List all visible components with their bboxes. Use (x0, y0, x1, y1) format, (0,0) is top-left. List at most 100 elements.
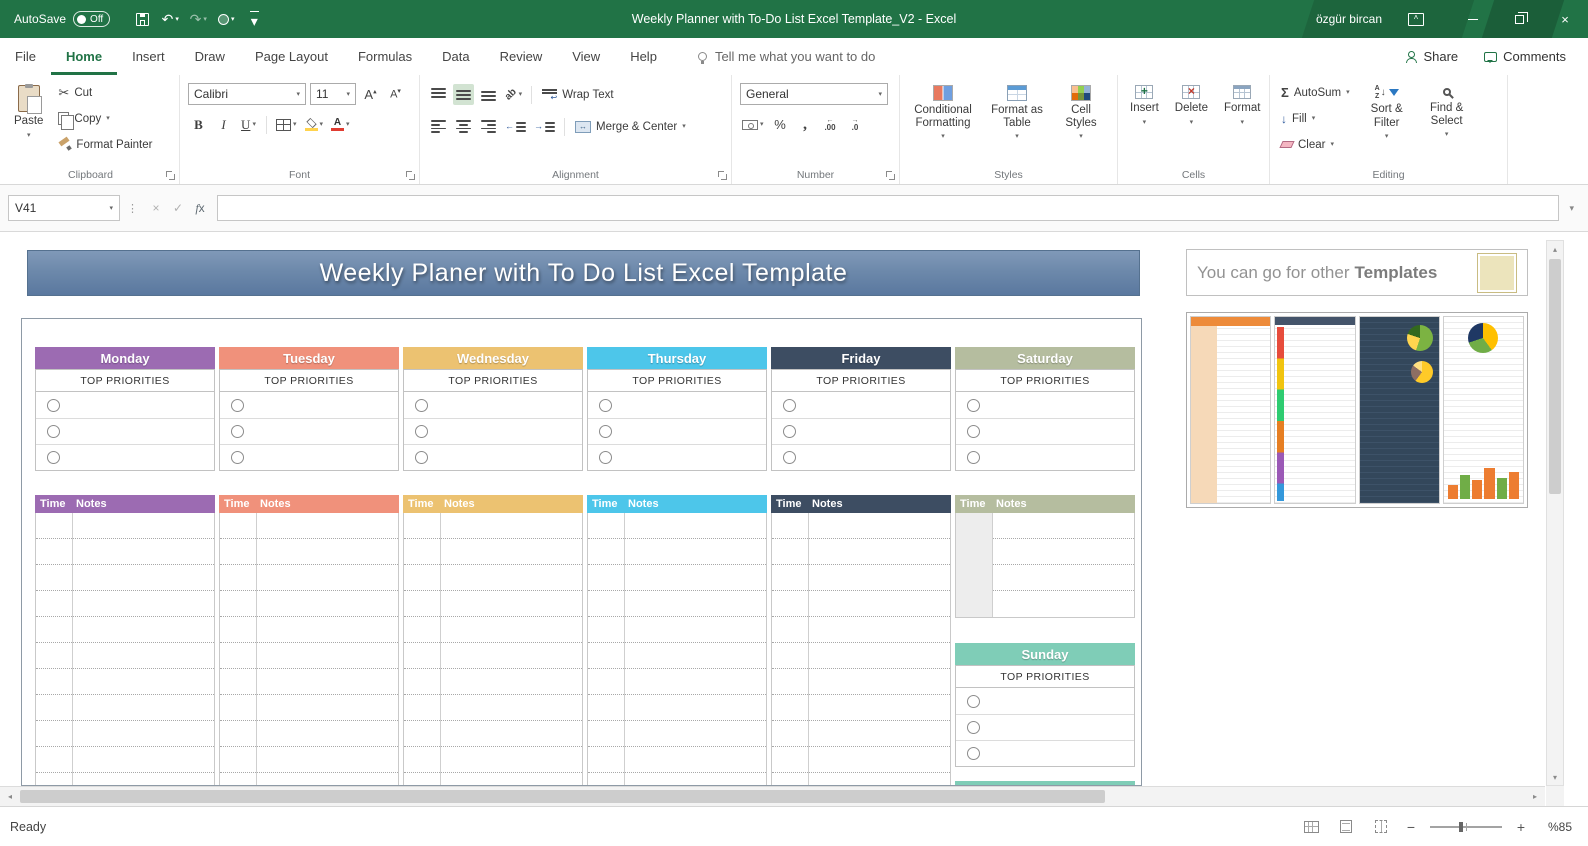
notes-row[interactable] (36, 513, 214, 539)
decrease-indent-button[interactable]: ← (503, 116, 528, 137)
notes-row[interactable] (588, 773, 766, 786)
wrap-text-button[interactable]: ↩ Wrap Text (539, 83, 616, 106)
align-left-button[interactable] (428, 116, 449, 137)
notes-row[interactable] (956, 513, 1134, 539)
priority-row[interactable] (588, 444, 766, 470)
font-color-button[interactable]: A▾ (329, 114, 352, 135)
day-header-friday[interactable]: Friday (771, 347, 951, 369)
format-painter-button[interactable]: Format Painter (55, 133, 155, 156)
save-button[interactable] (130, 6, 154, 32)
zoom-in-button[interactable]: + (1515, 819, 1527, 835)
number-format-combo[interactable]: General ▾ (740, 83, 888, 105)
ribbon-display-options-button[interactable]: ˄ (1408, 13, 1424, 26)
tab-page-layout[interactable]: Page Layout (240, 38, 343, 75)
notes-row[interactable] (772, 617, 950, 643)
zoom-slider-thumb[interactable] (1459, 822, 1463, 832)
notes-row[interactable] (956, 591, 1134, 617)
notes-row[interactable] (36, 695, 214, 721)
priority-row[interactable] (956, 688, 1134, 714)
share-button[interactable]: Share (1405, 49, 1458, 64)
formula-input[interactable] (217, 195, 1559, 221)
notes-row[interactable] (36, 773, 214, 786)
priority-row[interactable] (220, 418, 398, 444)
scroll-down-arrow[interactable]: ▾ (1547, 769, 1563, 785)
tell-me-box[interactable]: Tell me what you want to do (698, 38, 875, 75)
time-notes-header[interactable]: TimeNotes (403, 495, 583, 513)
priority-row[interactable] (956, 444, 1134, 470)
notes-row[interactable] (404, 695, 582, 721)
notes-row[interactable] (220, 669, 398, 695)
cut-button[interactable]: ✂ Cut (55, 81, 155, 104)
exceldemy-logo[interactable] (1477, 253, 1517, 293)
vertical-scrollbar[interactable]: ▴ ▾ (1546, 240, 1564, 786)
notes-row[interactable] (404, 643, 582, 669)
notes-grid-saturday[interactable] (955, 513, 1135, 618)
priority-row[interactable] (772, 418, 950, 444)
template-thumbnail[interactable] (1359, 316, 1440, 504)
notes-row[interactable] (404, 669, 582, 695)
notes-row[interactable] (772, 539, 950, 565)
cell-styles-button[interactable]: Cell Styles ▾ (1056, 81, 1106, 165)
tab-formulas[interactable]: Formulas (343, 38, 427, 75)
comma-style-button[interactable]: , (795, 114, 816, 135)
priority-row[interactable] (36, 392, 214, 418)
formula-bar-expand-button[interactable]: ▾ (1569, 203, 1574, 214)
notes-row[interactable] (220, 617, 398, 643)
priority-row[interactable] (588, 418, 766, 444)
notes-row[interactable] (36, 591, 214, 617)
priority-row[interactable] (404, 444, 582, 470)
clear-button[interactable]: Clear ▾ (1278, 133, 1353, 156)
paste-button[interactable]: Paste ▾ (10, 81, 47, 165)
cancel-formula-button[interactable]: × (145, 201, 167, 215)
merge-center-button[interactable]: ↔ Merge & Center ▾ (572, 115, 689, 138)
autosave-control[interactable]: AutoSave Off (14, 11, 110, 27)
sort-filter-button[interactable]: AZ↓ Sort & Filter ▾ (1361, 81, 1413, 165)
tab-help[interactable]: Help (615, 38, 672, 75)
restore-button[interactable] (1496, 0, 1542, 38)
priority-row[interactable] (220, 444, 398, 470)
notes-row[interactable] (220, 747, 398, 773)
notes-grid-monday[interactable] (35, 513, 215, 786)
priority-row[interactable] (36, 418, 214, 444)
font-name-combo[interactable]: Calibri ▾ (188, 83, 306, 105)
customize-quick-access-button[interactable]: ▾ (242, 6, 266, 32)
decrease-font-size-button[interactable]: A▾ (385, 84, 406, 105)
notes-row[interactable] (404, 747, 582, 773)
redo-button[interactable]: ↷▾ (186, 6, 210, 32)
italic-button[interactable]: I (213, 114, 234, 135)
align-top-button[interactable] (428, 84, 449, 105)
font-size-combo[interactable]: 11 ▾ (310, 83, 356, 105)
priority-row[interactable] (404, 418, 582, 444)
top-priorities-header[interactable]: TOP PRIORITIES (771, 369, 951, 392)
quick-access-tool-button[interactable]: ▾ (214, 6, 238, 32)
scroll-right-arrow[interactable]: ▸ (1527, 792, 1543, 801)
undo-button[interactable]: ↶▾ (158, 6, 182, 32)
bold-button[interactable]: B (188, 114, 209, 135)
tab-data[interactable]: Data (427, 38, 484, 75)
increase-indent-button[interactable]: → (532, 116, 557, 137)
clipboard-dialog-launcher[interactable] (166, 171, 175, 180)
format-as-table-button[interactable]: Format as Table ▾ (986, 81, 1048, 165)
notes-row[interactable] (404, 591, 582, 617)
notes-row[interactable] (588, 721, 766, 747)
day-header-thursday[interactable]: Thursday (587, 347, 767, 369)
notes-row[interactable] (220, 513, 398, 539)
align-center-button[interactable] (453, 116, 474, 137)
notes-row[interactable] (588, 695, 766, 721)
account-user-name[interactable]: özgür bircan (1316, 12, 1382, 26)
notes-row[interactable] (220, 695, 398, 721)
notes-row[interactable] (36, 747, 214, 773)
notes-row[interactable] (36, 539, 214, 565)
top-priorities-header[interactable]: TOP PRIORITIES (587, 369, 767, 392)
notes-row[interactable] (220, 773, 398, 786)
align-right-button[interactable] (478, 116, 499, 137)
minimize-button[interactable] (1450, 0, 1496, 38)
notes-row[interactable] (956, 565, 1134, 591)
day-header-saturday[interactable]: Saturday (955, 347, 1135, 369)
scroll-up-arrow[interactable]: ▴ (1547, 241, 1563, 257)
close-button[interactable]: × (1542, 0, 1588, 38)
insert-function-button[interactable]: fx (189, 201, 211, 216)
notes-row[interactable] (220, 565, 398, 591)
notes-row[interactable] (772, 513, 950, 539)
notes-row[interactable] (36, 643, 214, 669)
